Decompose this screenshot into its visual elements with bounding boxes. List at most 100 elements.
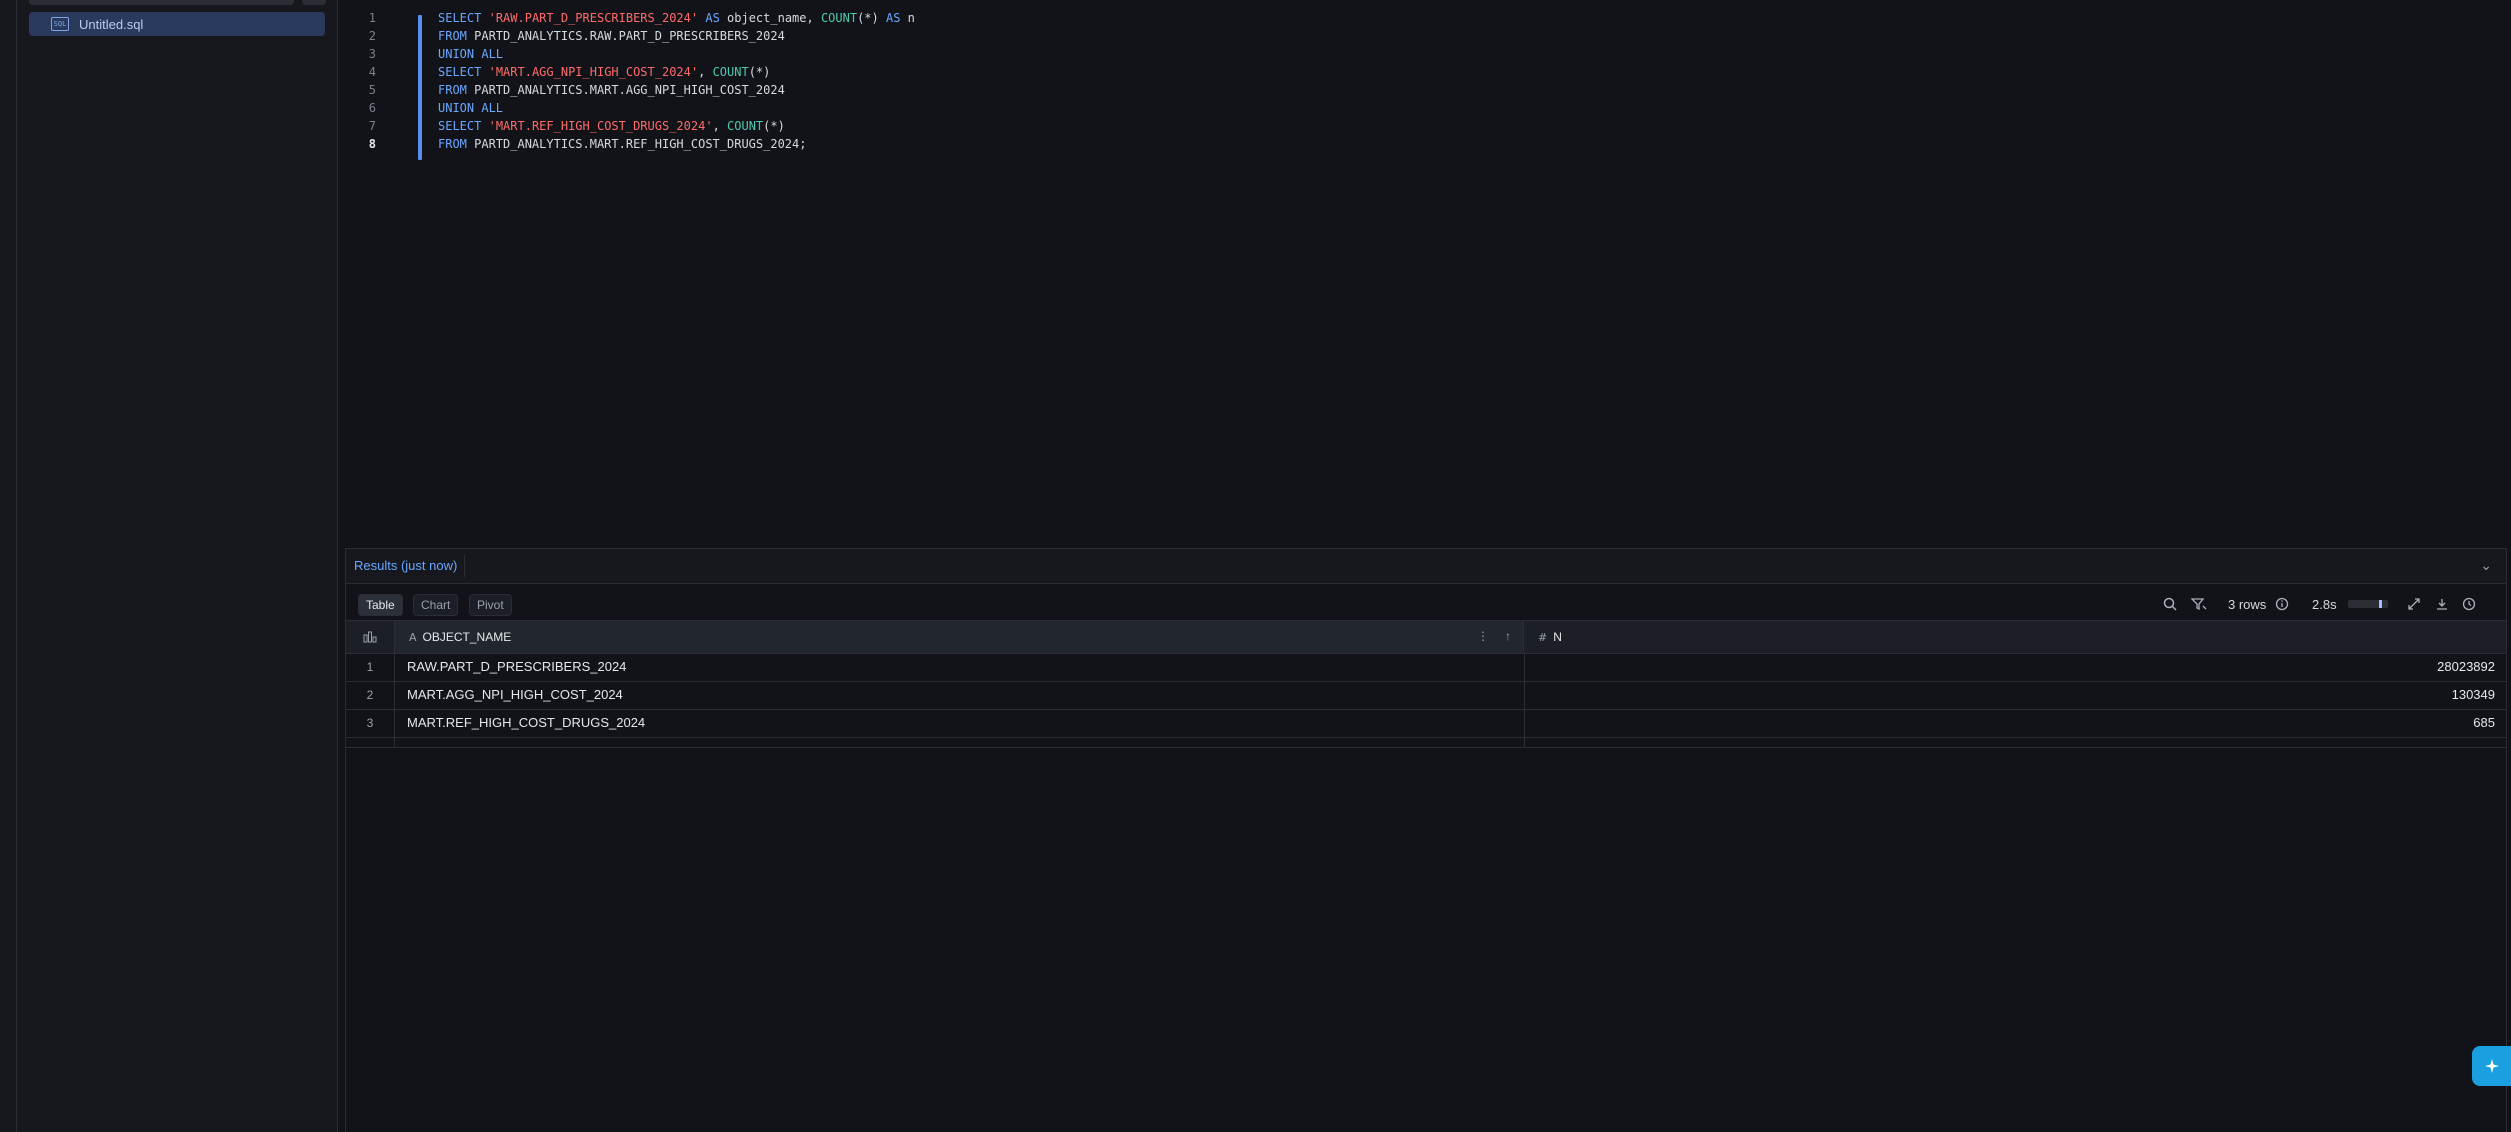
code-line[interactable]: 6 UNION ALL [338,99,503,117]
ai-assistant-button[interactable] [2472,1046,2511,1086]
cell-object-name[interactable]: MART.REF_HIGH_COST_DRUGS_2024 [407,709,645,737]
code-line[interactable]: 2 FROM PARTD_ANALYTICS.RAW.PART_D_PRESCRI… [338,27,785,45]
sidebar-action-strip[interactable] [302,0,326,5]
download-icon[interactable] [2435,594,2449,614]
info-icon[interactable] [2275,594,2289,614]
code-token: n [900,11,915,25]
left-rail [0,0,17,1132]
code-text[interactable]: SELECT 'MART.REF_HIGH_COST_DRUGS_2024', … [438,119,785,133]
tab-chart[interactable]: Chart [413,594,459,616]
code-token: FROM [438,83,467,97]
code-text[interactable]: UNION ALL [438,101,503,115]
code-token: PARTD_ANALYTICS.MART.REF_HIGH_COST_DRUGS… [466,137,807,151]
code-token: (*) [857,11,886,25]
code-text[interactable]: FROM PARTD_ANALYTICS.MART.AGG_NPI_HIGH_C… [438,83,785,97]
row-index: 2 [346,681,395,709]
code-token: AS [885,11,901,25]
code-text[interactable]: SELECT 'RAW.PART_D_PRESCRIBERS_2024' AS … [438,11,915,25]
code-line[interactable]: 8 FROM PARTD_ANALYTICS.MART.REF_HIGH_COST… [338,135,807,153]
code-token: PARTD_ANALYTICS.RAW.PART_D_PRESCRIBERS_2… [466,29,785,43]
sidebar-item-label: Untitled.sql [79,16,144,32]
code-token: COUNT [820,11,858,25]
code-token: SELECT [438,11,482,25]
row-index-empty [346,737,395,747]
row-index: 3 [346,709,395,737]
sidebar-item-untitled-sql[interactable]: SQL Untitled.sql [29,12,325,36]
cell-n[interactable]: 685 [1524,709,2495,737]
code-line[interactable]: 4 SELECT 'MART.AGG_NPI_HIGH_COST_2024', C… [338,63,771,81]
table-row[interactable]: 2 MART.AGG_NPI_HIGH_COST_2024 130349 [346,681,2506,710]
sidebar-search-strip[interactable] [29,0,294,5]
tab-table[interactable]: Table [358,594,403,616]
filter-icon[interactable] [2191,594,2207,614]
code-line[interactable]: 1 SELECT 'RAW.PART_D_PRESCRIBERS_2024' AS… [338,9,915,27]
row-index: 1 [346,653,395,681]
sql-editor[interactable]: 1 SELECT 'RAW.PART_D_PRESCRIBERS_2024' AS… [338,0,2511,548]
column-header-label: OBJECT_NAME [422,630,512,644]
code-text[interactable]: SELECT 'MART.AGG_NPI_HIGH_COST_2024', CO… [438,65,770,79]
code-text[interactable]: FROM PARTD_ANALYTICS.MART.REF_HIGH_COST_… [438,137,806,151]
sql-file-icon: SQL [51,17,69,31]
column-header-object-name[interactable]: A OBJECT_NAME ⋮ ↑ [395,621,1524,653]
code-token: PARTD_ANALYTICS.MART.AGG_NPI_HIGH_COST_2… [466,83,785,97]
selection-gutter-bar [418,15,422,160]
code-token: FROM [438,29,467,43]
code-token: UNION ALL [438,47,504,61]
search-icon[interactable] [2163,594,2177,614]
code-token: (*) [763,119,785,133]
code-token: AS [705,11,720,25]
empty-row [346,737,2506,748]
code-token: 'RAW.PART_D_PRESCRIBERS_2024' [488,11,699,25]
cell-object-name[interactable]: RAW.PART_D_PRESCRIBERS_2024 [407,653,626,681]
column-settings-icon[interactable] [346,621,395,653]
code-token: , [698,65,713,79]
code-text[interactable]: FROM PARTD_ANALYTICS.RAW.PART_D_PRESCRIB… [438,29,785,43]
line-number: 4 [368,65,376,79]
cell-object-name[interactable]: MART.AGG_NPI_HIGH_COST_2024 [407,681,623,709]
results-toolbar: Table Chart Pivot 3 rows 2.8s [346,583,2506,623]
code-token: UNION ALL [438,101,504,115]
text-type-icon: A [409,630,417,644]
number-type-icon: # [1538,630,1548,644]
code-text[interactable]: UNION ALL [438,47,503,61]
chevron-down-icon[interactable]: ⌄ [2480,557,2492,574]
code-token: SELECT [438,65,482,79]
line-number: 7 [368,119,376,133]
code-token: COUNT [727,119,764,133]
line-number: 6 [368,101,376,115]
line-number: 2 [368,29,376,43]
line-number: 3 [368,47,376,61]
code-token: 'MART.REF_HIGH_COST_DRUGS_2024' [488,119,713,133]
code-line[interactable]: 3 UNION ALL [338,45,503,63]
code-line[interactable]: 5 FROM PARTD_ANALYTICS.MART.AGG_NPI_HIGH_… [338,81,785,99]
line-number: 1 [368,11,376,25]
code-token: object_name, [719,11,821,25]
cell-n[interactable]: 28023892 [1524,653,2495,681]
table-row[interactable]: 1 RAW.PART_D_PRESCRIBERS_2024 28023892 [346,653,2506,682]
column-header-label: N [1553,630,1562,644]
table-row[interactable]: 3 MART.REF_HIGH_COST_DRUGS_2024 685 [346,709,2506,738]
code-token: SELECT [438,119,482,133]
sparkle-icon [2484,1059,2499,1073]
tab-pivot[interactable]: Pivot [469,594,512,616]
history-icon[interactable] [2462,594,2476,614]
results-panel: Results (just now) ⌄ Table Chart Pivot 3… [345,548,2507,1132]
results-title[interactable]: Results (just now) [354,558,457,573]
results-header: Results (just now) ⌄ [346,548,2506,584]
code-line[interactable]: 7 SELECT 'MART.REF_HIGH_COST_DRUGS_2024',… [338,117,785,135]
expand-icon[interactable] [2407,594,2421,614]
code-token: 'MART.AGG_NPI_HIGH_COST_2024' [488,65,699,79]
sort-ascending-icon[interactable]: ↑ [1505,629,1511,643]
code-token: (*) [748,65,771,79]
column-menu-icon[interactable]: ⋮ [1477,629,1489,643]
results-header-divider [464,555,465,577]
grid-header: A OBJECT_NAME ⋮ ↑ # N [346,620,2506,654]
line-number: 5 [368,83,376,97]
cell-n[interactable]: 130349 [1524,681,2495,709]
line-number: 8 [368,137,376,151]
code-token: COUNT [712,65,749,79]
cell-empty [1524,737,2495,747]
column-header-n[interactable]: # N [1524,621,2506,653]
